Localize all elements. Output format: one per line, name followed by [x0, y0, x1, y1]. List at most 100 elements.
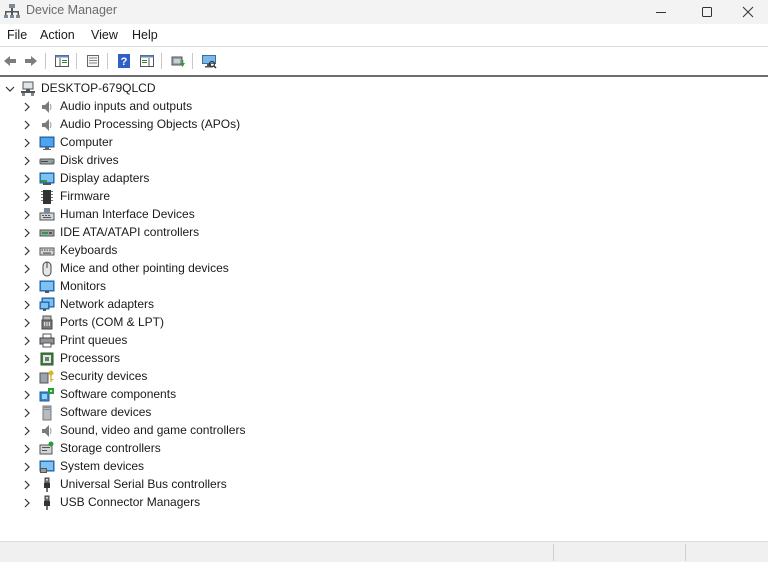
- show-hide-console-tree-button[interactable]: [53, 52, 71, 70]
- chevron-right-icon[interactable]: [21, 101, 33, 113]
- action-pane-icon: [140, 55, 154, 67]
- tree-item[interactable]: Processors: [0, 350, 400, 368]
- chevron-right-icon[interactable]: [21, 317, 33, 329]
- tree-item[interactable]: USB Connector Managers: [0, 494, 400, 512]
- tree-item-label: Print queues: [60, 333, 128, 347]
- tree-item[interactable]: Monitors: [0, 278, 400, 296]
- tree-item-label: Firmware: [60, 189, 110, 203]
- computer-icon: [39, 135, 55, 151]
- chevron-right-icon[interactable]: [21, 461, 33, 473]
- chevron-right-icon[interactable]: [21, 479, 33, 491]
- chevron-right-icon[interactable]: [21, 497, 33, 509]
- chevron-right-icon[interactable]: [21, 335, 33, 347]
- tree-item[interactable]: Audio Processing Objects (APOs): [0, 116, 400, 134]
- tree-item[interactable]: Sound, video and game controllers: [0, 422, 400, 440]
- chevron-right-icon[interactable]: [21, 407, 33, 419]
- tree-item[interactable]: Network adapters: [0, 296, 400, 314]
- tree-root-label: DESKTOP-679QLCD: [41, 81, 156, 95]
- network-adapter-icon: [39, 297, 55, 313]
- update-driver-icon: [171, 56, 185, 67]
- chevron-right-icon[interactable]: [21, 209, 33, 221]
- scan-hardware-button[interactable]: [200, 52, 218, 70]
- tree-item[interactable]: Ports (COM & LPT): [0, 314, 400, 332]
- firmware-chip-icon: [39, 189, 55, 205]
- system-device-icon: [39, 459, 55, 475]
- speaker-icon: [39, 423, 55, 439]
- tree-item-label: Network adapters: [60, 297, 155, 311]
- help-icon: ?: [118, 54, 130, 68]
- action-pane-button[interactable]: [138, 52, 156, 70]
- tree-root[interactable]: DESKTOP-679QLCD: [0, 80, 400, 98]
- back-icon: [4, 56, 16, 66]
- chevron-right-icon[interactable]: [21, 227, 33, 239]
- close-button[interactable]: [728, 0, 768, 24]
- chevron-right-icon[interactable]: [21, 155, 33, 167]
- menu-bar: File Action View Help: [0, 24, 768, 46]
- tree-item[interactable]: Display adapters: [0, 170, 400, 188]
- chevron-right-icon[interactable]: [21, 245, 33, 257]
- tree-item[interactable]: Universal Serial Bus controllers: [0, 476, 400, 494]
- toolbar-separator: [76, 53, 77, 69]
- properties-button[interactable]: [84, 52, 102, 70]
- tree-item[interactable]: Mice and other pointing devices: [0, 260, 400, 278]
- tree-item[interactable]: System devices: [0, 458, 400, 476]
- tree-item-label: USB Connector Managers: [60, 495, 201, 509]
- tree-item[interactable]: Keyboards: [0, 242, 400, 260]
- toolbar-separator: [45, 53, 46, 69]
- menu-help[interactable]: Help: [132, 28, 158, 42]
- svg-text:?: ?: [121, 56, 128, 68]
- chevron-right-icon[interactable]: [21, 299, 33, 311]
- tree-item[interactable]: Human Interface Devices: [0, 206, 400, 224]
- mouse-icon: [39, 261, 55, 277]
- tree-item[interactable]: Print queues: [0, 332, 400, 350]
- tree-item-label: Mice and other pointing devices: [60, 261, 229, 275]
- tree-item[interactable]: Security devices: [0, 368, 400, 386]
- update-driver-button[interactable]: [169, 52, 187, 70]
- tree-item-label: IDE ATA/ATAPI controllers: [60, 225, 200, 239]
- tree-item[interactable]: IDE ATA/ATAPI controllers: [0, 224, 400, 242]
- title-bar: Device Manager: [0, 0, 768, 24]
- toolbar-separator: [107, 53, 108, 69]
- chevron-right-icon[interactable]: [21, 443, 33, 455]
- speaker-icon: [39, 99, 55, 115]
- menu-view[interactable]: View: [91, 28, 118, 42]
- chevron-right-icon[interactable]: [21, 263, 33, 275]
- chevron-down-icon[interactable]: [4, 83, 16, 95]
- chevron-right-icon[interactable]: [21, 173, 33, 185]
- tree-item[interactable]: Firmware: [0, 188, 400, 206]
- chevron-right-icon[interactable]: [21, 119, 33, 131]
- tree-item[interactable]: Software components: [0, 386, 400, 404]
- chevron-right-icon[interactable]: [21, 281, 33, 293]
- ide-controller-icon: [39, 225, 55, 241]
- help-button[interactable]: ?: [115, 52, 133, 70]
- toolbar-separator: [161, 53, 162, 69]
- close-icon: [742, 6, 754, 18]
- minimize-icon: [656, 12, 666, 13]
- display-adapter-icon: [39, 171, 55, 187]
- chevron-right-icon[interactable]: [21, 137, 33, 149]
- chevron-right-icon[interactable]: [21, 371, 33, 383]
- chevron-right-icon[interactable]: [21, 389, 33, 401]
- computer-root-icon: [20, 81, 36, 97]
- speaker-icon: [39, 117, 55, 133]
- menu-action[interactable]: Action: [40, 28, 75, 42]
- tree-item[interactable]: Software devices: [0, 404, 400, 422]
- minimize-button[interactable]: [638, 0, 684, 24]
- tree-item[interactable]: Computer: [0, 134, 400, 152]
- maximize-icon: [702, 7, 712, 17]
- back-button[interactable]: [1, 52, 19, 70]
- forward-button[interactable]: [22, 52, 40, 70]
- tree-item[interactable]: Storage controllers: [0, 440, 400, 458]
- chevron-right-icon[interactable]: [21, 353, 33, 365]
- chevron-right-icon[interactable]: [21, 191, 33, 203]
- maximize-button[interactable]: [684, 0, 730, 24]
- tree-item[interactable]: Disk drives: [0, 152, 400, 170]
- tree-item-label: Universal Serial Bus controllers: [60, 477, 227, 491]
- chevron-right-icon[interactable]: [21, 425, 33, 437]
- toolbar-separator: [192, 53, 193, 69]
- storage-controller-icon: [39, 441, 55, 457]
- tree-item-label: Audio Processing Objects (APOs): [60, 117, 241, 131]
- menu-file[interactable]: File: [7, 28, 27, 42]
- tree-item[interactable]: Audio inputs and outputs: [0, 98, 400, 116]
- tree-item-label: Processors: [60, 351, 121, 365]
